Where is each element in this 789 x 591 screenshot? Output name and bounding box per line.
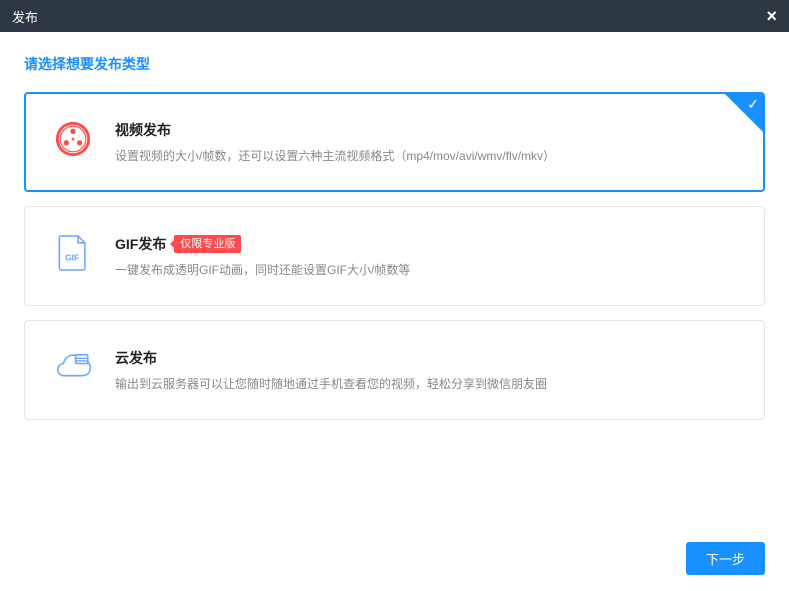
cloud-upload-icon [53,347,93,387]
pro-badge: 仅限专业版 [174,235,241,253]
next-button[interactable]: 下一步 [686,542,765,575]
option-gif[interactable]: GIF GIF发布 仅限专业版 一键发布成透明GIF动画，同时还能设置GIF大小… [24,206,765,306]
window-title: 发布 [12,7,38,26]
gif-file-icon: GIF [53,233,93,273]
option-desc: 设置视频的大小/帧数，还可以设置六种主流视频格式（mp4/mov/avi/wmv… [115,147,736,165]
option-title: GIF发布 [115,234,166,254]
prompt-text: 请选择想要发布类型 [24,54,765,74]
svg-text:GIF: GIF [65,253,79,263]
option-text: 视频发布 设置视频的大小/帧数，还可以设置六种主流视频格式（mp4/mov/av… [115,119,736,165]
option-title: 视频发布 [115,120,171,140]
film-reel-icon [53,119,93,159]
option-text: 云发布 输出到云服务器可以让您随时随地通过手机查看您的视频，轻松分享到微信朋友圈 [115,347,736,393]
option-text: GIF发布 仅限专业版 一键发布成透明GIF动画，同时还能设置GIF大小/帧数等 [115,233,736,279]
option-title: 云发布 [115,348,157,368]
option-desc: 一键发布成透明GIF动画，同时还能设置GIF大小/帧数等 [115,261,736,279]
dialog-content: 请选择想要发布类型 ✓ 视频发布 设置视频的大小/帧数，还可以设置六种主流视频格… [0,32,789,591]
close-icon[interactable]: × [766,7,777,25]
title-bar: 发布 × [0,0,789,32]
footer: 下一步 [686,542,765,575]
check-icon: ✓ [747,97,759,111]
option-video[interactable]: ✓ 视频发布 设置视频的大小/帧数，还可以设置六种主流视频格式（mp4/mov/… [24,92,765,192]
option-cloud[interactable]: 云发布 输出到云服务器可以让您随时随地通过手机查看您的视频，轻松分享到微信朋友圈 [24,320,765,420]
option-desc: 输出到云服务器可以让您随时随地通过手机查看您的视频，轻松分享到微信朋友圈 [115,375,736,393]
